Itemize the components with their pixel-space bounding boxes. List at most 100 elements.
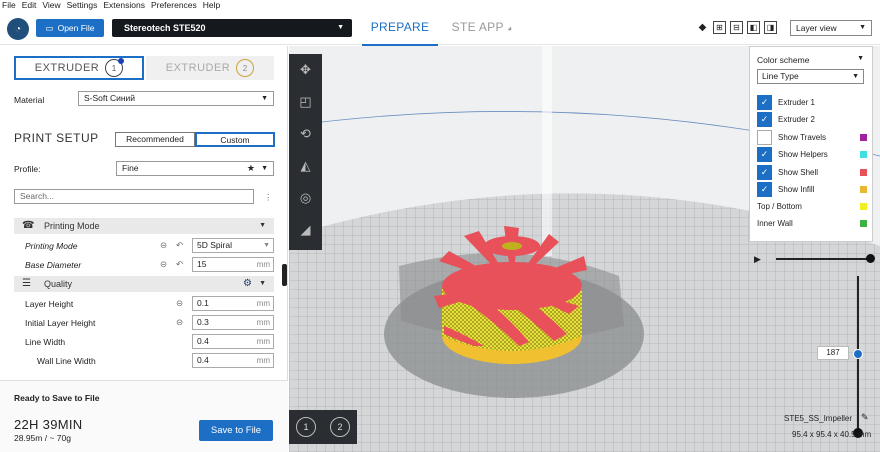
setting-name: Base Diameter	[25, 260, 82, 270]
printing-mode-section-label: Printing Mode	[44, 221, 100, 231]
initial-layer-height-field[interactable]: 0.3 mm	[192, 315, 274, 330]
legend-label: Show Shell	[778, 168, 819, 177]
setting-unit: mm	[256, 356, 270, 365]
menu-extensions[interactable]: Extensions	[103, 0, 145, 11]
chevron-down-icon[interactable]: ▼	[857, 55, 864, 62]
printer-selector[interactable]: Stereotech STE520 ▼	[112, 19, 352, 37]
path-slider-handle[interactable]	[866, 254, 875, 263]
legend-show-shell[interactable]: ✓ Show Shell	[757, 165, 867, 180]
play-icon[interactable]: ▶	[754, 254, 761, 265]
legend-label: Top / Bottom	[757, 202, 802, 211]
open-file-button[interactable]: ▭ Open File	[36, 19, 104, 37]
legend-label: Extruder 2	[778, 115, 815, 124]
chevron-down-icon: ▼	[261, 95, 268, 102]
layer-slider[interactable]	[853, 276, 863, 438]
front-view-icon[interactable]: ⊞	[713, 21, 726, 34]
checkbox-checked[interactable]: ✓	[757, 165, 772, 180]
extruder-1-button[interactable]: 1	[296, 417, 316, 437]
left-view-icon[interactable]: ◧	[747, 21, 760, 34]
rotate-tool-icon[interactable]: ⟲	[289, 118, 322, 150]
setting-unit: mm	[256, 337, 270, 346]
print-time: 22H 39MIN	[14, 417, 83, 432]
wall-line-width-field[interactable]: 0.4 mm	[192, 353, 274, 368]
tab-ste-app[interactable]: STE APP ◕	[444, 20, 520, 34]
checkbox-checked[interactable]: ✓	[757, 182, 772, 197]
extruder-2-button[interactable]: 2	[330, 417, 350, 437]
star-icon[interactable]: ★	[247, 162, 255, 175]
layer-number-input[interactable]: 187	[817, 346, 849, 360]
settings-scrollbar[interactable]	[282, 264, 287, 286]
path-slider[interactable]	[776, 254, 875, 263]
checkbox-checked[interactable]: ✓	[757, 147, 772, 162]
printing-mode-select[interactable]: 5D Spiral ▼	[192, 238, 274, 253]
quality-section-label: Quality	[44, 279, 73, 289]
quality-section[interactable]: ☰ Quality ⚙ ▼	[14, 276, 274, 292]
link-icon[interactable]: ⊝	[160, 240, 167, 251]
menu-help[interactable]: Help	[203, 0, 220, 11]
menu-bar: File Edit View Settings Extensions Prefe…	[0, 0, 880, 11]
custom-button[interactable]: Custom	[195, 132, 275, 147]
chevron-down-icon: ▼	[259, 280, 266, 287]
color-scheme-select[interactable]: Line Type ▼	[757, 69, 864, 84]
legend-extruder-2[interactable]: ✓ Extruder 2	[757, 112, 867, 127]
legend-swatch	[860, 169, 867, 176]
checkbox-unchecked[interactable]	[757, 130, 772, 145]
setting-value: 0.1	[197, 298, 209, 308]
link-icon[interactable]: ⊝	[176, 317, 183, 328]
print-setup-title: PRINT SETUP	[14, 131, 99, 145]
base-diameter-field[interactable]: 15 mm	[192, 257, 274, 272]
extruder-2-tab[interactable]: EXTRUDER 2	[146, 56, 274, 80]
mirror-tool-icon[interactable]: ◭	[289, 150, 322, 182]
line-width-field[interactable]: 0.4 mm	[192, 334, 274, 349]
material-select[interactable]: S-Soft Синий ▼	[78, 91, 274, 106]
profile-select[interactable]: Fine ★ ▼	[116, 161, 274, 176]
legend-show-travels[interactable]: Show Travels	[757, 130, 867, 145]
object-name: STE5_SS_Impeller	[784, 414, 853, 423]
recommended-button[interactable]: Recommended	[115, 132, 195, 147]
extruder-1-badge: 1	[105, 58, 125, 77]
right-view-icon[interactable]: ◨	[764, 21, 777, 34]
legend-show-infill[interactable]: ✓ Show Infill	[757, 182, 867, 197]
settings-search-input[interactable]: Search...	[14, 189, 254, 204]
menu-file[interactable]: File	[2, 0, 16, 11]
material-usage: 28.95m / ~ 70g	[14, 433, 71, 443]
menu-settings[interactable]: Settings	[67, 0, 98, 11]
reset-icon[interactable]: ↶	[176, 240, 183, 251]
menu-edit[interactable]: Edit	[22, 0, 37, 11]
link-icon[interactable]: ⊝	[176, 298, 183, 309]
gear-icon[interactable]: ⚙	[243, 276, 252, 292]
reset-icon[interactable]: ↶	[176, 259, 183, 270]
top-view-icon[interactable]: ⊟	[730, 21, 743, 34]
link-icon[interactable]: ⊝	[160, 259, 167, 270]
top-bar: ◔ ▭ Open File Stereotech STE520 ▼ PREPAR…	[0, 11, 880, 46]
checkbox-checked[interactable]: ✓	[757, 112, 772, 127]
3d-view-icon[interactable]: ◆	[696, 21, 709, 34]
extruder-1-tab[interactable]: EXTRUDER 1	[14, 56, 144, 80]
legend-extruder-1[interactable]: ✓ Extruder 1	[757, 95, 867, 110]
tab-prepare[interactable]: PREPARE	[362, 20, 438, 46]
per-model-settings-icon[interactable]: ◎	[289, 182, 322, 214]
setting-value: 0.3	[197, 317, 209, 327]
chevron-down-icon: ▼	[263, 242, 270, 249]
setting-value: 15	[197, 259, 207, 269]
setting-unit: mm	[256, 299, 270, 308]
save-to-file-button[interactable]: Save to File	[199, 420, 273, 441]
legend-show-helpers[interactable]: ✓ Show Helpers	[757, 147, 867, 162]
printing-mode-section[interactable]: ☎ Printing Mode ▼	[14, 218, 274, 234]
layer-slider-upper-handle[interactable]	[853, 349, 863, 359]
chevron-down-icon: ▼	[259, 222, 266, 229]
layer-height-field[interactable]: 0.1 mm	[192, 296, 274, 311]
object-dimensions: 95.4 x 95.4 x 40.5 mm	[792, 430, 872, 439]
more-options-icon[interactable]: ⋮	[264, 192, 273, 203]
move-tool-icon[interactable]: ✥	[289, 54, 322, 86]
checkbox-checked[interactable]: ✓	[757, 95, 772, 110]
setting-unit: mm	[256, 260, 270, 269]
support-blocker-icon[interactable]: ◢	[289, 214, 322, 246]
menu-preferences[interactable]: Preferences	[151, 0, 197, 11]
legend-label: Show Infill	[778, 185, 815, 194]
view-mode-select[interactable]: Layer view ▼	[790, 20, 872, 36]
scale-tool-icon[interactable]: ◰	[289, 86, 322, 118]
edit-icon[interactable]: ✎	[861, 412, 869, 423]
chevron-down-icon: ▼	[852, 73, 859, 80]
menu-view[interactable]: View	[42, 0, 60, 11]
